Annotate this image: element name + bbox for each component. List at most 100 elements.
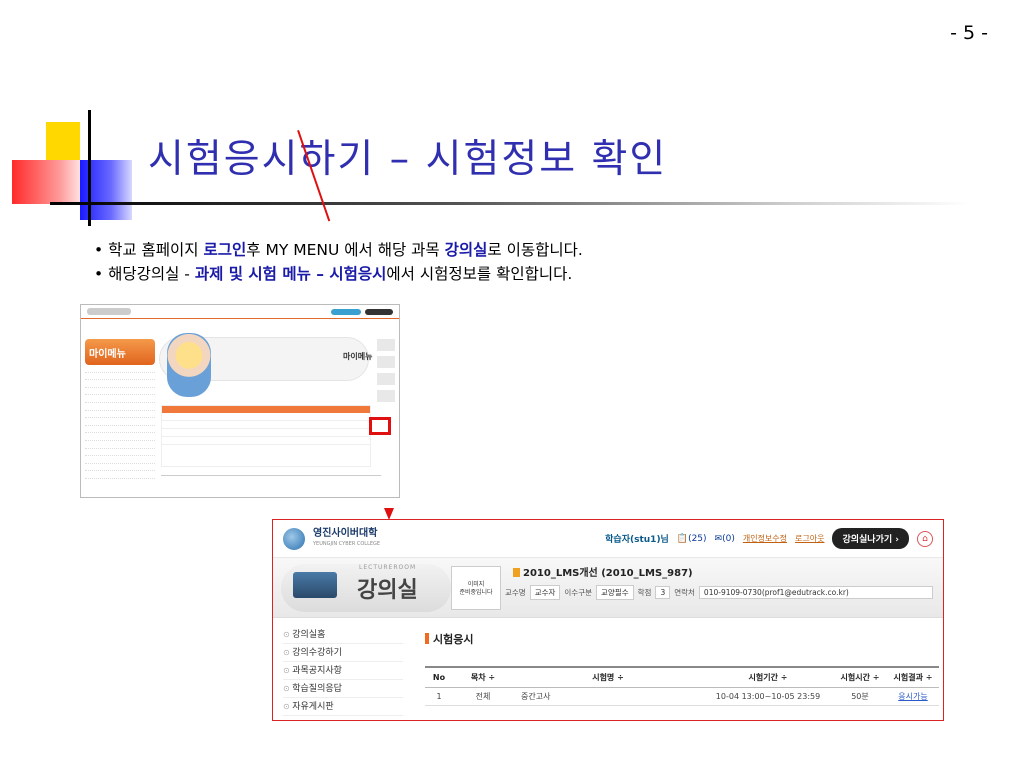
mymenu-right-rail xyxy=(377,339,395,429)
contact-label: 연락처 xyxy=(674,587,695,597)
bullet-text: 후 MY MENU 에서 해당 과목 xyxy=(246,241,445,259)
bullet-highlight: 로그인 xyxy=(203,241,247,259)
notes-count[interactable]: 📋(25) xyxy=(677,534,707,544)
monitor-icon xyxy=(293,572,337,598)
mymenu-side-item xyxy=(85,418,155,426)
mymenu-course-table xyxy=(161,405,371,467)
decor-yellow-square xyxy=(46,122,80,162)
section-marker xyxy=(425,633,429,644)
bullet-text: 학교 홈페이지 xyxy=(108,241,204,259)
mymenu-character-image xyxy=(167,333,211,397)
sidebar-item-home[interactable]: 강의실홈 xyxy=(283,626,403,644)
mymenu-side-item xyxy=(85,365,155,373)
bullet-highlight: 과제 및 시험 메뉴 – 시험응시 xyxy=(194,265,387,283)
mymenu-side-item xyxy=(85,373,155,381)
bullet-item: • 학교 홈페이지 로그인후 MY MENU 에서 해당 과목 강의실로 이동합… xyxy=(94,241,583,259)
mymenu-table-row xyxy=(162,413,370,421)
credit-value: 3 xyxy=(655,585,671,599)
mymenu-logo xyxy=(87,308,131,315)
lecture-room-label: 강의실 xyxy=(357,578,418,603)
mymenu-table-row xyxy=(162,437,370,445)
lecture-sidebar: 강의실홈 강의수강하기 과목공지사항 학습질의응답 자유게시판 xyxy=(283,626,403,716)
mymenu-side-item xyxy=(85,464,155,472)
profile-link[interactable]: 개인정보수정 xyxy=(743,533,787,544)
mymenu-table-row xyxy=(162,421,370,429)
course-type-value: 교양필수 xyxy=(596,584,634,600)
notes-count-value: (25) xyxy=(688,533,707,544)
slide-title: 시험응시하기 – 시험정보 확인 xyxy=(148,137,668,182)
mymenu-side-item xyxy=(85,411,155,419)
table-row: 1 전체 중간고사 10-04 13:00~10-05 23:59 50분 응시… xyxy=(425,687,939,706)
cell-time: 50분 xyxy=(833,687,887,706)
col-result[interactable]: 시험결과 ÷ xyxy=(887,666,939,688)
sidebar-item-notices[interactable]: 과목공지사항 xyxy=(283,662,403,680)
bullet-text: 로 이동합니다. xyxy=(487,241,583,259)
page-number: - 5 - xyxy=(950,22,988,44)
col-name[interactable]: 시험명 ÷ xyxy=(513,666,703,688)
decor-red-square xyxy=(12,160,80,204)
course-info: 교수명 교수자 이수구분 교양필수 학점 3 연락처 010-9109-0730… xyxy=(505,584,933,600)
bullet-text: 에서 시험정보를 확인합니다. xyxy=(386,265,573,283)
school-logo[interactable]: 영진사이버대학 YEUNGJIN CYBER COLLEGE xyxy=(313,527,381,549)
bullet-highlight: 강의실 xyxy=(444,241,488,259)
mymenu-pill-button xyxy=(331,308,361,315)
bullet-text: 해당강의실 - xyxy=(108,265,195,283)
mymenu-side-item xyxy=(85,441,155,449)
col-toc[interactable]: 목차 ÷ xyxy=(453,666,513,688)
mymenu-notice-area xyxy=(161,475,381,491)
home-icon[interactable]: ⌂ xyxy=(917,530,933,547)
exit-lecture-button[interactable]: 강의실나가기 › xyxy=(832,528,909,549)
cell-exam-name: 중간고사 xyxy=(513,687,703,706)
mymenu-banner-title: 마이메뉴 xyxy=(343,352,373,361)
col-period[interactable]: 시험기간 ÷ xyxy=(703,666,833,688)
exam-table-header: No 목차 ÷ 시험명 ÷ 시험기간 ÷ 시험시간 ÷ 시험결과 ÷ xyxy=(425,666,939,688)
cell-period: 10-04 13:00~10-05 23:59 xyxy=(703,687,833,706)
col-no: No xyxy=(425,666,453,688)
section-title-text: 시험응시 xyxy=(433,633,474,646)
mymenu-side-item xyxy=(85,426,155,434)
mymenu-side-item xyxy=(85,449,155,457)
course-title-text: 2010_LMS개선 (2010_LMS_987) xyxy=(523,568,693,579)
mymenu-side-item xyxy=(85,380,155,388)
bullet-item: • 해당강의실 - 과제 및 시험 메뉴 – 시험응시에서 시험정보를 확인합니… xyxy=(94,265,573,283)
course-type-label: 이수구분 xyxy=(564,587,593,597)
decor-vertical-line xyxy=(88,110,91,226)
messages-count-value: (0) xyxy=(722,533,735,544)
mymenu-exit-button xyxy=(365,308,393,315)
messages-count[interactable]: ✉(0) xyxy=(715,534,735,544)
mymenu-topbar xyxy=(81,305,399,319)
bullet-list: • 학교 홈페이지 로그인후 MY MENU 에서 해당 과목 강의실로 이동합… xyxy=(94,238,583,286)
section-title: 시험응시 xyxy=(425,631,473,647)
mymenu-table-header xyxy=(162,406,370,413)
course-icon xyxy=(513,568,520,577)
lecture-room-label-en: LECTUREROOM xyxy=(359,564,417,571)
instructor-value: 교수자 xyxy=(529,584,561,600)
mymenu-side-item xyxy=(85,388,155,396)
user-name: 학습자(stu1)님 xyxy=(605,535,669,545)
contact-value: 010-9109-0730(prof1@edutrack.co.kr) xyxy=(698,585,933,599)
exam-table: No 목차 ÷ 시험명 ÷ 시험기간 ÷ 시험시간 ÷ 시험결과 ÷ 1 전체 … xyxy=(425,666,939,706)
sidebar-item-qna[interactable]: 학습질의응답 xyxy=(283,680,403,698)
credit-label: 학점 xyxy=(637,587,652,597)
lecture-room-screenshot: 영진사이버대학 YEUNGJIN CYBER COLLEGE 학습자(stu1)님… xyxy=(272,519,944,721)
school-logo-subtext: YEUNGJIN CYBER COLLEGE xyxy=(313,540,381,547)
course-image-placeholder: 이미지 준비중입니다 xyxy=(451,566,501,610)
instructor-label: 교수명 xyxy=(505,587,526,597)
mymenu-table-row xyxy=(162,429,370,437)
mymenu-sidebar: 마이메뉴 xyxy=(85,339,155,489)
course-title: 2010_LMS개선 (2010_LMS_987) xyxy=(513,564,693,579)
mymenu-side-item xyxy=(85,456,155,464)
mymenu-side-item xyxy=(85,403,155,411)
school-logo-icon xyxy=(283,527,305,550)
sidebar-item-board[interactable]: 자유게시판 xyxy=(283,698,403,716)
logout-link[interactable]: 로그아웃 xyxy=(795,533,824,544)
mymenu-screenshot: 마이메뉴 마이메뉴 xyxy=(80,304,400,498)
sidebar-item-lectures[interactable]: 강의수강하기 xyxy=(283,644,403,662)
school-logo-text: 영진사이버대학 xyxy=(313,527,378,539)
cell-toc: 전체 xyxy=(453,687,513,706)
mymenu-side-item xyxy=(85,433,155,441)
portal-topbar: 영진사이버대학 YEUNGJIN CYBER COLLEGE 학습자(stu1)님… xyxy=(273,520,943,558)
col-time[interactable]: 시험시간 ÷ xyxy=(833,666,887,688)
take-exam-link[interactable]: 응시가능 xyxy=(887,687,939,706)
mymenu-side-title: 마이메뉴 xyxy=(85,339,155,365)
